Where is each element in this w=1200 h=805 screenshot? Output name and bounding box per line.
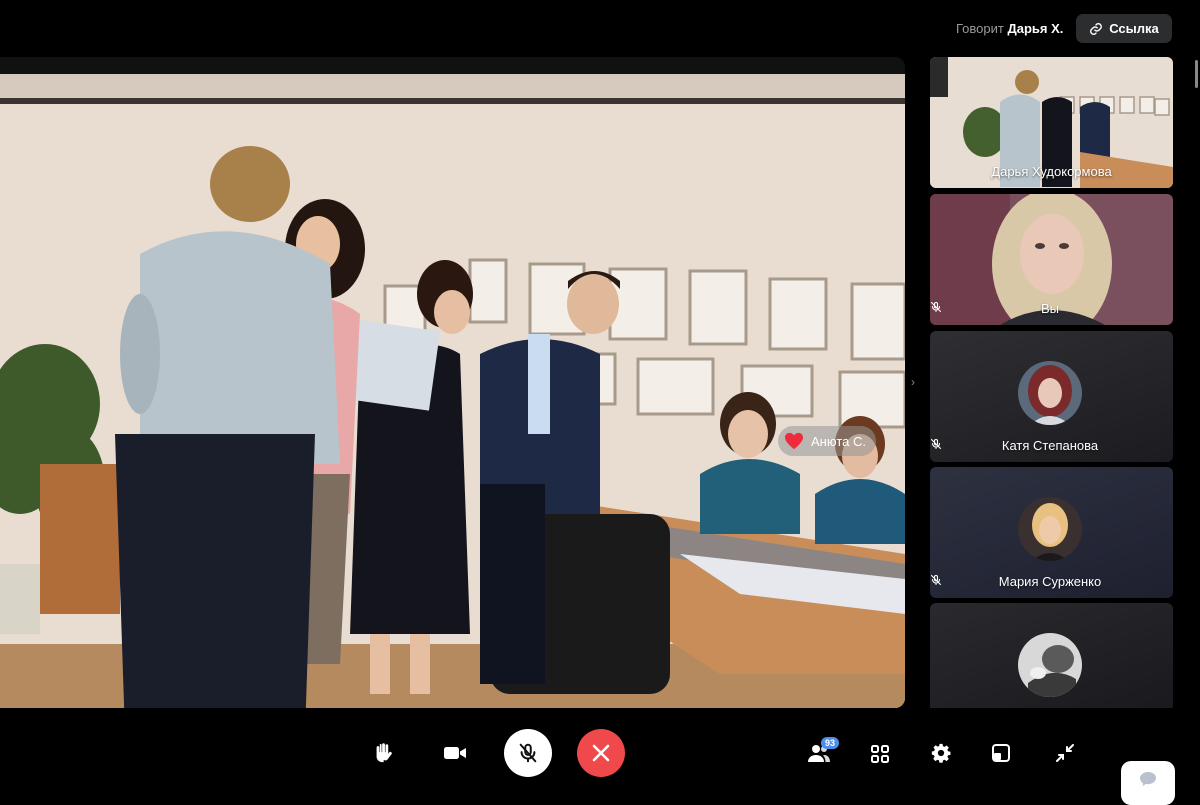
minimize-icon: [1055, 743, 1075, 763]
settings-button[interactable]: [930, 742, 952, 764]
avatar: [1018, 497, 1082, 561]
participants-button[interactable]: 93: [806, 737, 839, 764]
raise-hand-icon: [372, 742, 394, 764]
pip-icon: [991, 743, 1011, 763]
reaction-name: Анюта С.: [811, 433, 866, 449]
minimize-button[interactable]: [1054, 742, 1076, 764]
camera-icon: [443, 744, 467, 762]
end-call-button[interactable]: [577, 729, 625, 777]
copy-link-button[interactable]: Ссылка: [1076, 14, 1172, 43]
participant-tile[interactable]: Катя Степанова: [930, 331, 1173, 462]
gear-icon: [930, 742, 952, 764]
link-icon: [1089, 22, 1103, 36]
picture-in-picture-button[interactable]: [990, 742, 1012, 764]
participants-count-badge: 93: [820, 737, 839, 749]
grid-icon: [870, 744, 890, 764]
chat-button[interactable]: [1121, 761, 1175, 805]
participant-name: Вы: [930, 301, 1173, 316]
participant-name: Дарья Худокормова: [991, 164, 1112, 179]
participant-name: Мария Сурженко: [930, 574, 1173, 589]
participant-name: Катя Степанова: [930, 438, 1173, 453]
mic-off-icon: [517, 742, 539, 764]
mic-toggle-button[interactable]: [504, 729, 552, 777]
heart-icon: [784, 432, 804, 450]
reaction-chip: Анюта С.: [778, 426, 876, 456]
participant-tile-self[interactable]: Вы: [930, 194, 1173, 325]
avatar: [1018, 361, 1082, 425]
raise-hand-button[interactable]: [370, 740, 396, 766]
chat-icon: [1139, 771, 1157, 787]
speaking-indicator: Говорит Дарья Х.: [956, 21, 1063, 36]
close-icon: [592, 744, 610, 762]
main-video-feed: [0, 74, 905, 708]
participant-tile[interactable]: Дарья Худокормова: [930, 57, 1173, 188]
link-label: Ссылка: [1109, 21, 1159, 36]
speaking-name: Дарья Х.: [1007, 21, 1064, 36]
chevron-right-icon[interactable]: ›: [911, 375, 915, 389]
camera-button[interactable]: [442, 741, 468, 765]
grid-layout-button[interactable]: [869, 743, 891, 765]
participant-tile[interactable]: Мария Сурженко: [930, 467, 1173, 598]
participants-icon: 93: [807, 737, 839, 763]
sidebar-scrollbar[interactable]: [1195, 60, 1198, 88]
avatar: [1018, 633, 1082, 697]
main-video-stage[interactable]: Анюта С.: [0, 57, 905, 708]
participant-tile[interactable]: [930, 603, 1173, 708]
speaking-prefix: Говорит: [956, 21, 1004, 36]
